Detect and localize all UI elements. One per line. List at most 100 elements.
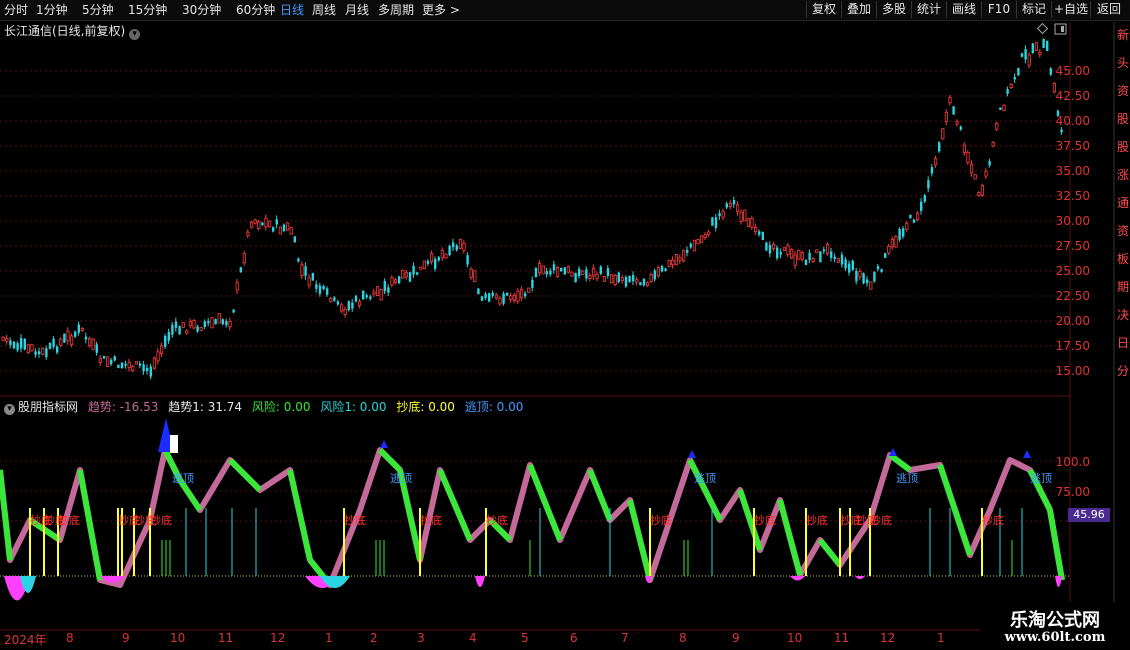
candle-body <box>512 294 517 301</box>
kline-chart[interactable] <box>0 0 1130 650</box>
negative-area <box>305 576 340 588</box>
back-button[interactable]: 返回 <box>1090 1 1127 18</box>
candle-body <box>232 309 235 313</box>
side-char: 涨 <box>1117 168 1130 182</box>
candle-body <box>959 126 962 130</box>
legend-risk: 风险: 0.00 <box>251 400 311 414</box>
tab-1min[interactable]: 1分钟 <box>36 2 68 18</box>
candle-body <box>351 302 354 309</box>
risk-segment <box>817 538 843 567</box>
candle-body <box>632 274 635 282</box>
tab-weekly[interactable]: 周线 <box>312 2 336 18</box>
mark-button[interactable]: 标记 <box>1016 1 1051 18</box>
tab-multi-period[interactable]: 多周期 <box>378 2 414 18</box>
candle-body <box>375 286 380 296</box>
x-tick: 8 <box>679 631 687 645</box>
tab-more[interactable]: 更多 > <box>422 2 460 18</box>
y-tick: 27.50 <box>1055 239 1090 253</box>
candle-body <box>167 331 170 341</box>
candle-body <box>642 279 646 286</box>
candle-body <box>765 242 768 251</box>
candle-body <box>1017 68 1020 76</box>
add-watchlist-button[interactable]: +自选 <box>1051 1 1090 18</box>
candle-body <box>560 268 563 272</box>
candle-body <box>383 281 386 292</box>
candle-body <box>164 336 167 347</box>
negative-area <box>1055 576 1062 587</box>
candle-body <box>894 235 898 248</box>
ind-y-tick: 75.00 <box>1055 485 1090 499</box>
candle-body <box>127 362 131 369</box>
stats-button[interactable]: 统计 <box>911 1 946 18</box>
sell-label: 逃顶 <box>1030 472 1052 485</box>
chart-title[interactable]: 长江通信(日线,前复权) ▾ <box>4 22 141 40</box>
multi-stock-button[interactable]: 多股 <box>876 1 911 18</box>
candle-body <box>98 357 102 363</box>
candle-body <box>844 259 847 269</box>
candle-body <box>1013 76 1016 80</box>
diamond-icon[interactable] <box>1036 22 1049 35</box>
tab-60min[interactable]: 60分钟 <box>236 2 275 18</box>
negative-area <box>4 576 30 601</box>
candle-body <box>941 128 945 140</box>
candle-body <box>458 239 463 249</box>
negative-area <box>645 576 652 583</box>
candle-body <box>524 293 527 297</box>
x-tick: 10 <box>787 631 803 645</box>
indicator-name[interactable]: 股朋指标网 <box>18 400 78 414</box>
tab-daily[interactable]: 日线 <box>280 2 304 18</box>
buy-label: 抄底 <box>420 514 442 527</box>
candle-body <box>362 290 365 300</box>
candle-body <box>746 218 751 227</box>
layout-toggle-icon[interactable] <box>1054 23 1067 35</box>
tab-5min[interactable]: 5分钟 <box>82 2 114 18</box>
fuquan-button[interactable]: 复权 <box>806 1 841 18</box>
candle-body <box>102 355 106 359</box>
candle-body <box>966 151 970 164</box>
candle-body <box>815 249 819 254</box>
f10-button[interactable]: F10 <box>981 1 1016 18</box>
candle-body <box>653 270 656 280</box>
risk-segment <box>687 458 723 522</box>
candle-body <box>315 284 318 289</box>
candle-body <box>357 301 362 306</box>
side-panel-strip[interactable]: 新 头 资 股 股 涨 通 资 板 期 决 日 分 <box>1115 22 1130 397</box>
candle-body <box>239 267 242 273</box>
candle-body <box>416 272 419 275</box>
candle-body <box>527 287 531 293</box>
candle-body <box>16 343 19 351</box>
tab-fenshi[interactable]: 分时 <box>4 2 28 18</box>
candle-body <box>790 248 794 259</box>
candle-body <box>534 267 538 278</box>
risk-segment <box>437 468 473 542</box>
candle-body <box>711 217 714 226</box>
y-tick: 22.50 <box>1055 289 1090 303</box>
candle-body <box>412 265 415 275</box>
tab-30min[interactable]: 30分钟 <box>182 2 221 18</box>
candle-body <box>1042 38 1045 48</box>
candle-body <box>45 348 48 358</box>
candle-body <box>858 271 862 278</box>
negative-area <box>855 576 865 579</box>
candle-body <box>110 359 113 365</box>
period-toolbar: 分时 1分钟 5分钟 15分钟 30分钟 60分钟 日线 周线 月线 多周期 更… <box>0 0 1130 21</box>
candle-body <box>1009 84 1013 88</box>
collapse-icon[interactable]: ▾ <box>4 404 15 415</box>
candle-body <box>494 294 499 299</box>
overlay-button[interactable]: 叠加 <box>841 1 876 18</box>
candle-body <box>509 295 513 300</box>
draw-button[interactable]: 画线 <box>946 1 981 18</box>
candle-body <box>686 249 689 253</box>
candle-body <box>12 341 16 349</box>
candle-body <box>714 217 718 228</box>
side-char: 资 <box>1117 224 1130 238</box>
candle-body <box>401 270 405 279</box>
candle-body <box>833 256 836 260</box>
tab-15min[interactable]: 15分钟 <box>128 2 167 18</box>
sell-label: 逃顶 <box>896 472 918 485</box>
candle-body <box>890 239 895 248</box>
chevron-down-icon[interactable]: ▾ <box>129 29 141 40</box>
candle-body <box>646 282 650 286</box>
tab-monthly[interactable]: 月线 <box>345 2 369 18</box>
candle-body <box>66 330 70 342</box>
